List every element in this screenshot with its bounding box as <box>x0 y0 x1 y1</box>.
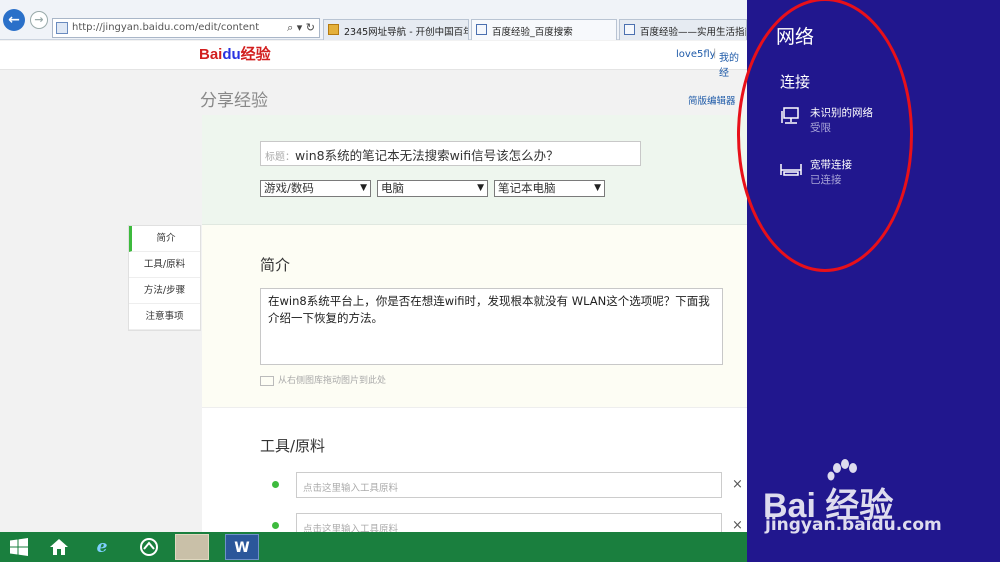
connections-heading: 连接 <box>780 73 811 91</box>
title-field[interactable]: 标题：win8系统的笔记本无法搜索wifi信号该怎么办？ <box>260 141 641 166</box>
word-icon: W <box>234 540 250 556</box>
network-item-broadband[interactable]: 宽带连接 已连接 <box>780 157 980 189</box>
address-bar[interactable]: http://jingyan.baidu.com/edit/content ⌕ … <box>52 18 320 38</box>
category-select-1[interactable]: 游戏/数码 ▼ <box>260 180 371 197</box>
image-drop-hint[interactable]: 从右侧图库拖动图片到此处 <box>260 373 386 386</box>
tab-label: 2345网址导航 - 开创中国百年... <box>344 27 469 38</box>
back-button[interactable]: ← <box>3 9 25 31</box>
image-icon <box>260 375 274 386</box>
network-name: 宽带连接 <box>810 159 852 171</box>
network-name: 未识别的网络 <box>810 107 873 119</box>
intro-section: 简介 在win8系统平台上，你是否在想连wifi时，发现根本就没有 WLAN这个… <box>202 225 747 408</box>
network-panel-title: 网络 <box>776 26 815 48</box>
start-button[interactable] <box>2 534 36 560</box>
bullet-icon <box>272 522 279 529</box>
baidu-jingyan-logo[interactable]: Baidu经验 <box>199 43 271 64</box>
category-select-3[interactable]: 笔记本电脑 ▼ <box>494 180 605 197</box>
network-app-icon <box>140 538 158 556</box>
tab-baidu-search[interactable]: 百度经验_百度搜索 <box>471 19 617 40</box>
dialup-network-icon <box>780 164 802 176</box>
chevron-down-icon: ▼ <box>594 183 601 193</box>
page-title: 分享经验 <box>200 91 268 111</box>
chevron-down-icon: ▼ <box>477 183 484 193</box>
remove-icon[interactable]: × <box>732 518 743 533</box>
word-button[interactable]: W <box>225 534 259 560</box>
arrow-right-icon: → <box>34 13 44 26</box>
simple-editor-link[interactable]: 简版编辑器 <box>688 93 736 107</box>
nav-item-steps[interactable]: 方法/步骤 <box>129 278 200 304</box>
intro-textarea[interactable]: 在win8系统平台上，你是否在想连wifi时，发现根本就没有 WLAN这个选项呢… <box>260 288 723 365</box>
home-icon <box>50 539 68 555</box>
tool-row: 点击这里输入工具原料 × <box>272 472 752 498</box>
separator: | <box>713 48 717 59</box>
taskbar: e W <box>0 532 747 562</box>
tab-2345[interactable]: 2345网址导航 - 开创中国百年... <box>323 19 469 40</box>
remove-icon[interactable]: × <box>732 477 743 492</box>
photo-app-button[interactable] <box>175 534 209 560</box>
network-app-button[interactable] <box>132 534 166 560</box>
internet-explorer-icon[interactable]: e <box>85 534 119 560</box>
tab-baidu-jingyan[interactable]: 百度经验——实用生活指南 <box>619 19 747 40</box>
home-button[interactable] <box>42 534 76 560</box>
nav-item-tools[interactable]: 工具/原料 <box>129 252 200 278</box>
nav-item-notes[interactable]: 注意事项 <box>129 304 200 330</box>
category-select-2[interactable]: 电脑 ▼ <box>377 180 488 197</box>
tool-input[interactable]: 点击这里输入工具原料 <box>296 472 722 498</box>
intro-heading: 简介 <box>260 256 291 274</box>
chevron-down-icon: ▼ <box>360 183 367 193</box>
network-status: 受限 <box>810 122 831 134</box>
editor-card: 标题：win8系统的笔记本无法搜索wifi信号该怎么办？ 游戏/数码 ▼ 电脑 … <box>202 115 747 539</box>
watermark-url: jingyan.baidu.com <box>765 515 942 535</box>
section-nav: 简介 工具/原料 方法/步骤 注意事项 <box>128 225 201 331</box>
windows-icon <box>10 538 28 556</box>
tab-label: 百度经验——实用生活指南 <box>640 27 747 38</box>
bullet-icon <box>272 481 279 488</box>
tab-favicon-icon <box>328 24 339 35</box>
title-value: win8系统的笔记本无法搜索wifi信号该怎么办？ <box>295 148 559 163</box>
my-jingyan-link[interactable]: 我的经 <box>719 49 747 79</box>
forward-button[interactable]: → <box>30 11 48 29</box>
tab-label: 百度经验_百度搜索 <box>492 27 573 38</box>
tab-favicon-icon <box>624 24 635 35</box>
tab-favicon-icon <box>476 24 487 35</box>
search-refresh-icons[interactable]: ⌕ ▾ ↻ <box>287 21 315 35</box>
title-form: 标题：win8系统的笔记本无法搜索wifi信号该怎么办？ 游戏/数码 ▼ 电脑 … <box>202 115 747 225</box>
user-link[interactable]: love5fly <box>676 49 716 60</box>
title-label: 标题： <box>265 152 295 163</box>
page-icon <box>56 22 68 34</box>
nav-item-intro[interactable]: 简介 <box>129 226 200 252</box>
network-item-unidentified[interactable]: 未识别的网络 受限 <box>780 105 980 137</box>
network-status: 已连接 <box>810 174 842 186</box>
wired-network-icon <box>781 107 799 124</box>
url-text[interactable]: http://jingyan.baidu.com/edit/content <box>72 22 259 33</box>
arrow-left-icon: ← <box>8 12 20 28</box>
site-header: Baidu经验 love5fly | 我的经 <box>0 41 747 79</box>
browser-toolbar: ← → http://jingyan.baidu.com/edit/conten… <box>0 0 747 40</box>
tools-heading: 工具/原料 <box>260 437 326 455</box>
